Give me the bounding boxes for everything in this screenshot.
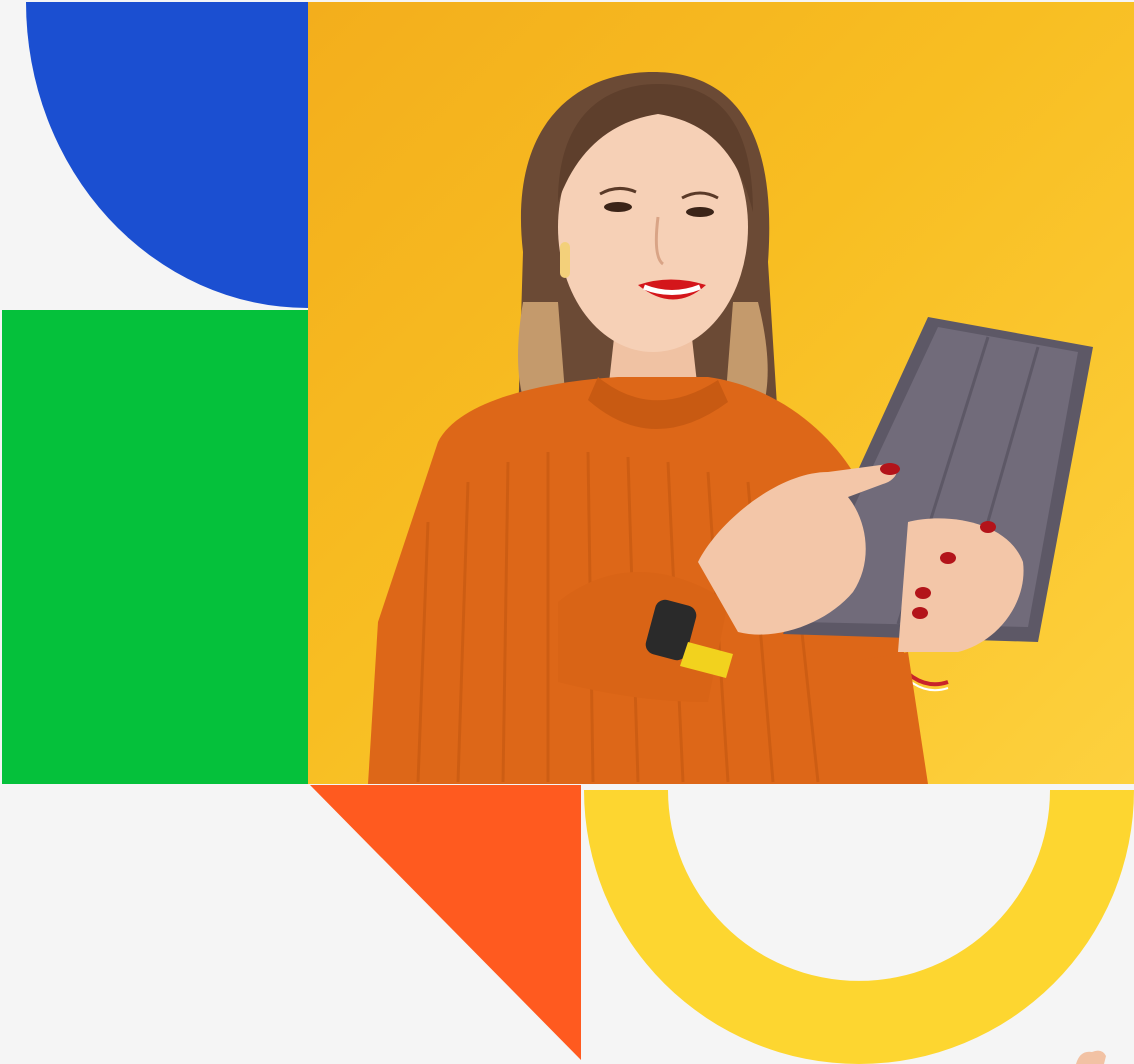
- hero-photo: [308, 2, 1134, 784]
- blue-quarter-circle: [26, 2, 308, 308]
- yellow-semicircle-arc: [584, 790, 1134, 1064]
- corner-fragment: [1076, 1050, 1106, 1064]
- orange-triangle: [310, 785, 581, 1060]
- woman-with-tablet-illustration: [368, 72, 1093, 784]
- green-rectangle: [2, 310, 308, 784]
